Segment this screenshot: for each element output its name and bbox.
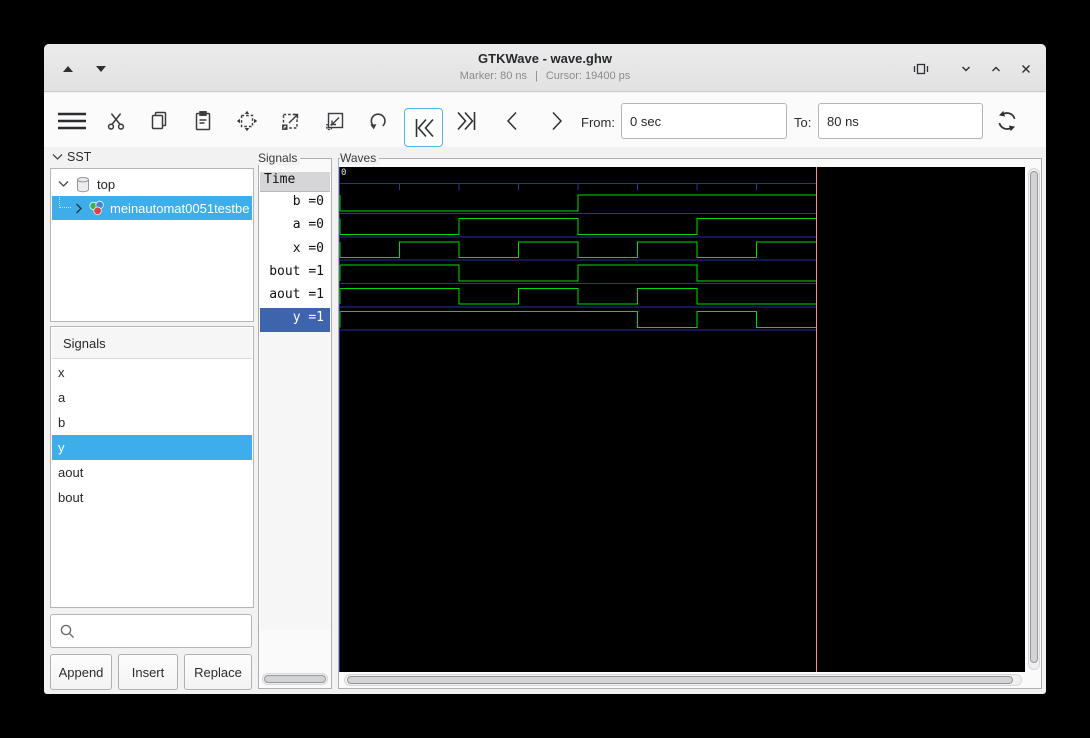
reload-icon: [994, 108, 1020, 134]
waves-frame-label: Waves: [340, 151, 379, 165]
chevron-down-icon: [52, 153, 63, 161]
facility-item-a[interactable]: a: [52, 385, 252, 410]
append-button[interactable]: Append: [50, 654, 112, 690]
search-box: [50, 614, 252, 648]
zoom-in-icon: [279, 109, 303, 133]
search-icon: [59, 623, 76, 640]
scrollbar-thumb[interactable]: [347, 676, 1013, 684]
restore-icon: [913, 61, 929, 77]
signal-row-x[interactable]: x =0: [260, 239, 330, 262]
signal-row-y[interactable]: y =1: [260, 308, 330, 331]
maximize-button[interactable]: [985, 58, 1007, 80]
signals-horizontal-scrollbar[interactable]: [262, 673, 328, 685]
window-title: GTKWave - wave.ghw: [44, 51, 1046, 66]
zoom-fit-button[interactable]: [235, 109, 259, 133]
facility-item-x[interactable]: x: [52, 360, 252, 385]
hamburger-menu-icon: [57, 109, 87, 133]
scrollbar-thumb[interactable]: [1030, 171, 1038, 663]
signal-name-table: Time b =0a =0x =0bout =1aout =1y =1: [260, 172, 330, 629]
next-edge-button[interactable]: [543, 108, 569, 132]
gtkwave-window: GTKWave - wave.ghw Marker: 80 ns | Cursor:…: [44, 44, 1046, 694]
sst-expander[interactable]: SST: [52, 150, 91, 164]
chevron-down-icon: [959, 62, 973, 76]
signal-row-aout[interactable]: aout =1: [260, 285, 330, 308]
wave-canvas: [339, 167, 1025, 672]
copy-icon: [147, 109, 171, 133]
signal-row-b[interactable]: b =0: [260, 192, 330, 215]
zoom-in-button[interactable]: [279, 109, 303, 133]
marker-status: Marker: 80 ns: [460, 70, 527, 82]
from-label: From:: [581, 115, 615, 130]
zoom-to-end-button[interactable]: [454, 108, 480, 132]
insert-button[interactable]: Insert: [118, 654, 178, 690]
facility-item-bout[interactable]: bout: [52, 485, 252, 510]
from-input[interactable]: [621, 103, 787, 139]
signals-frame-label: Signals: [258, 151, 300, 165]
chevron-down-icon[interactable]: [58, 180, 69, 188]
timescale-origin-label: 0: [341, 168, 346, 178]
chevron-right-icon: [543, 108, 569, 134]
tree-item-label: top: [97, 177, 115, 192]
facility-list-header: Signals: [52, 328, 252, 359]
paste-icon: [191, 109, 215, 133]
facility-item-aout[interactable]: aout: [52, 460, 252, 485]
facility-list: xabyaoutbout: [52, 360, 252, 510]
tree-item-label: meinautomat0051testbe: [110, 201, 249, 216]
signal-rows: b =0a =0x =0bout =1aout =1y =1: [260, 192, 330, 332]
wave-area[interactable]: 0: [339, 167, 1025, 672]
go-to-start-icon: [411, 115, 437, 141]
menu-button[interactable]: [57, 109, 87, 133]
reload-button[interactable]: [994, 108, 1020, 132]
wave-vertical-scrollbar[interactable]: [1028, 168, 1040, 670]
to-label: To:: [794, 115, 811, 130]
ghw-module-icon: [88, 200, 105, 216]
signal-row-a[interactable]: a =0: [260, 215, 330, 238]
chevron-left-icon: [500, 108, 526, 134]
scrollbar-thumb[interactable]: [264, 675, 326, 683]
scissors-icon: [104, 109, 128, 133]
time-header: Time: [260, 172, 330, 192]
tree-item-testbench[interactable]: meinautomat0051testbe: [52, 196, 252, 220]
zoom-undo-button[interactable]: [366, 109, 390, 133]
signal-table-filler: [260, 332, 330, 629]
wave-horizontal-scrollbar[interactable]: [344, 674, 1022, 686]
toolbar: From: To:: [44, 93, 1046, 147]
facility-panel: Signals xabyaoutbout: [50, 326, 254, 608]
restore-button[interactable]: [910, 58, 932, 80]
undo-icon: [366, 109, 390, 133]
facility-item-b[interactable]: b: [52, 410, 252, 435]
cursor-status: Cursor: 19400 ps: [546, 70, 630, 82]
close-button[interactable]: [1015, 58, 1037, 80]
paste-button[interactable]: [191, 109, 215, 133]
sst-label: SST: [67, 150, 91, 164]
titlebar[interactable]: GTKWave - wave.ghw Marker: 80 ns | Cursor:…: [44, 44, 1046, 92]
sst-tree-panel: top meinautomat0051testbe: [50, 168, 254, 322]
zoom-fit-icon: [235, 109, 259, 133]
chevron-up-icon: [989, 62, 1003, 76]
subtitle-separator: |: [535, 70, 538, 82]
replace-button[interactable]: Replace: [184, 654, 252, 690]
cut-button[interactable]: [104, 109, 128, 133]
go-to-end-icon: [454, 108, 480, 134]
signal-row-bout[interactable]: bout =1: [260, 262, 330, 285]
minimize-button[interactable]: [955, 58, 977, 80]
zoom-out-button[interactable]: [323, 109, 347, 133]
zoom-to-start-button[interactable]: [404, 108, 443, 147]
to-input[interactable]: [818, 103, 983, 139]
database-cylinder-icon: [75, 176, 91, 193]
zoom-out-icon: [323, 109, 347, 133]
previous-edge-button[interactable]: [500, 108, 526, 132]
window-subtitle: Marker: 80 ns | Cursor: 19400 ps: [44, 70, 1046, 82]
signals-frame: Time b =0a =0x =0bout =1aout =1y =1: [258, 158, 332, 689]
facility-item-y[interactable]: y: [52, 435, 252, 460]
close-icon: [1019, 62, 1033, 76]
tree-item-top[interactable]: top: [52, 172, 252, 196]
tree-guide-line: [59, 197, 71, 208]
search-input[interactable]: [79, 616, 247, 646]
chevron-right-icon[interactable]: [75, 203, 83, 214]
copy-button[interactable]: [147, 109, 171, 133]
